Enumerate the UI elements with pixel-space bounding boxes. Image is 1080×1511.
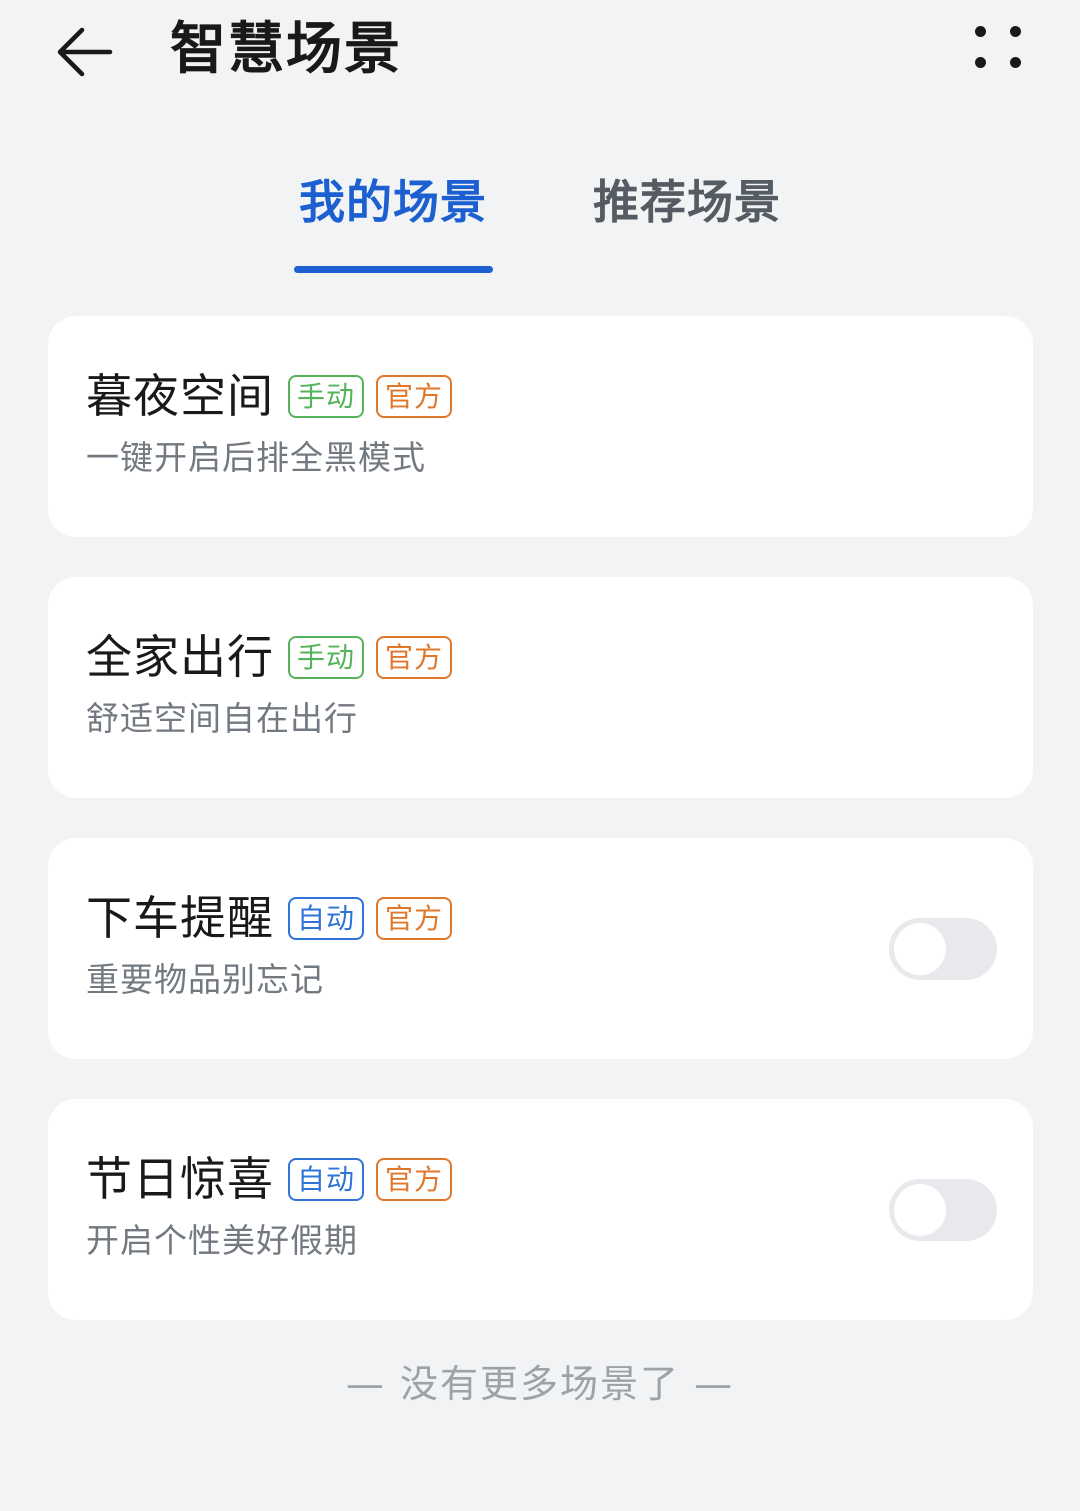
scene-card-family-trip[interactable]: 全家出行 手动 官方 舒适空间自在出行 [48,577,1033,798]
scene-card-night-space[interactable]: 暮夜空间 手动 官方 一键开启后排全黑模式 [48,316,1033,537]
mode-tag-manual: 手动 [288,635,365,679]
scene-title: 节日惊喜 [86,1152,274,1206]
scene-title: 下车提醒 [86,891,274,945]
scene-subtitle: 重要物品别忘记 [86,960,324,999]
scene-title-row: 暮夜空间 手动 官方 [86,368,464,424]
mode-tag-auto: 自动 [288,896,365,940]
tab-bar: 我的场景 推荐场景 [0,160,1080,280]
scene-card-exit-reminder[interactable]: 下车提醒 自动 官方 重要物品别忘记 [48,838,1033,1059]
scene-toggle-switch[interactable] [889,918,997,980]
arrow-left-icon [57,27,113,77]
toggle-knob [894,1184,946,1236]
mode-tag-auto: 自动 [288,1157,365,1201]
back-button[interactable] [46,14,122,90]
scene-subtitle: 一键开启后排全黑模式 [86,438,426,477]
no-more-scenes-text: — 没有更多场景了 — [345,1362,735,1406]
mode-tag-manual: 手动 [288,374,365,418]
source-tag-official: 官方 [376,635,453,679]
source-tag-official: 官方 [376,374,453,418]
toggle-knob [894,923,946,975]
tab-my-scenes[interactable]: 我的场景 [299,172,487,232]
scene-title-row: 节日惊喜 自动 官方 [86,1151,464,1207]
scene-title-row: 全家出行 手动 官方 [86,629,464,685]
app-header: 智慧场景 [0,0,1080,110]
scene-subtitle: 舒适空间自在出行 [86,699,358,738]
scene-subtitle: 开启个性美好假期 [86,1221,358,1260]
source-tag-official: 官方 [376,1157,453,1201]
scene-toggle-switch[interactable] [889,1179,997,1241]
page-title: 智慧场景 [170,17,402,82]
more-options-button[interactable] [962,14,1034,86]
tab-recommended-scenes[interactable]: 推荐场景 [593,172,781,232]
scene-card-holiday-surprise[interactable]: 节日惊喜 自动 官方 开启个性美好假期 [48,1099,1033,1320]
scene-title-row: 下车提醒 自动 官方 [86,890,464,946]
scene-title: 全家出行 [86,630,274,684]
tab-active-indicator [294,266,493,273]
scene-title: 暮夜空间 [86,369,274,423]
source-tag-official: 官方 [376,896,453,940]
